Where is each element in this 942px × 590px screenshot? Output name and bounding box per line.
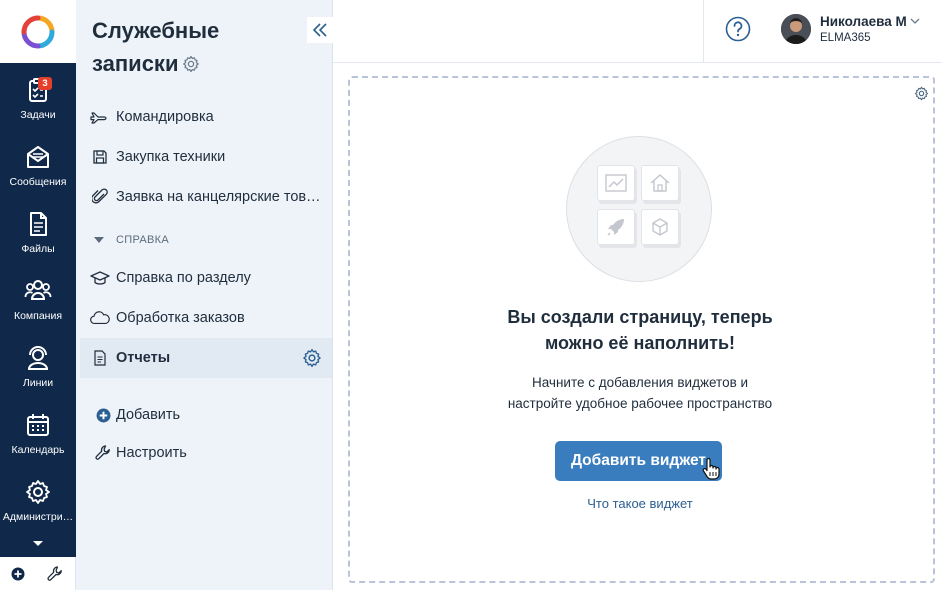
plus-circle-icon <box>94 406 112 424</box>
empty-desc-line1: Начните с добавления виджетов и <box>531 375 749 390</box>
top-header: Николаева М ELMA365 <box>333 0 942 63</box>
add-widget-button[interactable]: Добавить виджет <box>555 441 722 481</box>
main-content: Вы создали страницу, теперь можно её нап… <box>333 63 942 590</box>
rail-item-label: Сообщения <box>9 176 67 188</box>
sidebar-configure-button[interactable]: Настроить <box>94 441 187 465</box>
section-settings-icon[interactable] <box>182 49 200 82</box>
hand-cursor-icon <box>702 457 720 485</box>
airplane-icon <box>90 107 110 127</box>
empty-page-illustration <box>566 136 712 282</box>
user-organization: ELMA365 <box>820 32 871 44</box>
rail-item-files[interactable]: Файлы <box>0 202 76 266</box>
sidebar-item-label: Командировка <box>116 109 214 125</box>
empty-title-line1: Вы создали страницу, теперь <box>507 307 773 327</box>
wrench-icon[interactable] <box>46 565 64 583</box>
sidebar-section-label: СПРАВКА <box>116 234 169 246</box>
avatar <box>781 14 811 44</box>
sidebar-item-label: Заявка на канцелярские това… <box>116 189 321 205</box>
paperclip-icon <box>90 187 110 207</box>
rail-item-calendar[interactable]: Календарь <box>0 403 76 467</box>
rail-item-label: Администри… <box>2 511 74 523</box>
caret-down-icon <box>94 237 104 243</box>
sidebar-item-label: Справка по разделу <box>116 270 251 286</box>
home-tile <box>641 165 679 201</box>
line-chart-icon <box>605 174 627 192</box>
cube-icon <box>652 218 668 236</box>
sidebar-add-label: Добавить <box>116 407 181 423</box>
chevron-down-icon <box>33 541 43 546</box>
page-widget-area[interactable]: Вы создали страницу, теперь можно её нап… <box>348 76 935 583</box>
graduation-cap-icon <box>90 268 110 288</box>
question-circle-icon <box>725 16 751 42</box>
user-name-text: Николаева М <box>820 14 907 29</box>
header-divider <box>703 0 704 63</box>
user-menu[interactable]: Николаева М ELMA365 <box>781 12 920 46</box>
elma-logo[interactable] <box>0 0 76 63</box>
file-icon <box>30 212 47 236</box>
rail-item-tasks[interactable]: 3 Задачи <box>0 68 76 132</box>
sidebar-item-reports[interactable]: Отчеты <box>80 338 332 378</box>
rail-item-label: Файлы <box>21 243 55 255</box>
collapse-sidebar-button[interactable] <box>307 17 333 43</box>
section-title: Служебные записки <box>92 14 292 82</box>
rocket-tile <box>597 209 635 245</box>
chart-tile <box>597 165 635 201</box>
left-rail: 3 Задачи Сообщения Файлы Компания Линии … <box>0 0 76 590</box>
sidebar-item-label: Закупка техники <box>116 149 226 165</box>
people-icon <box>24 280 52 300</box>
sidebar-item-label: Отчеты <box>116 350 171 366</box>
rail-item-label: Линии <box>22 377 54 389</box>
rail-item-admin[interactable]: Администри… <box>0 470 76 534</box>
user-info: Николаева М ELMA365 <box>820 14 920 44</box>
double-chevron-left-icon <box>312 23 327 37</box>
tasks-badge: 3 <box>38 77 52 90</box>
headset-icon <box>27 346 49 370</box>
plus-circle-icon[interactable] <box>11 567 25 581</box>
section-sidebar: Служебные записки Командировка Закупка т… <box>76 0 333 590</box>
floppy-icon <box>90 147 110 167</box>
empty-state-title: Вы создали страницу, теперь можно её нап… <box>430 304 850 356</box>
page-settings-icon[interactable] <box>914 86 929 106</box>
sidebar-configure-label: Настроить <box>116 445 187 461</box>
home-icon <box>650 174 670 192</box>
wrench-icon <box>94 444 112 462</box>
user-name: Николаева М <box>820 14 920 29</box>
sidebar-section-header[interactable]: СПРАВКА <box>94 234 169 246</box>
logo-icon <box>21 15 55 48</box>
empty-desc-line2: настройте удобное рабочее пространство <box>507 396 773 411</box>
rail-item-messages[interactable]: Сообщения <box>0 135 76 199</box>
sidebar-item-label: Обработка заказов <box>116 310 245 326</box>
gear-icon <box>26 480 50 504</box>
cloud-icon <box>90 308 110 328</box>
rail-bottom-bar <box>0 557 76 590</box>
sidebar-item-business-trip[interactable]: Командировка <box>80 97 332 137</box>
chevron-down-icon <box>910 18 920 24</box>
rail-more-button[interactable] <box>0 532 76 556</box>
reports-settings-icon[interactable] <box>302 348 322 372</box>
rail-item-label: Компания <box>13 310 63 322</box>
empty-title-line2: можно её наполнить! <box>544 333 736 353</box>
sidebar-add-button[interactable]: Добавить <box>94 403 180 427</box>
sidebar-item-equipment-purchase[interactable]: Закупка техники <box>80 137 332 177</box>
rail-item-company[interactable]: Компания <box>0 269 76 333</box>
rail-item-lines[interactable]: Линии <box>0 336 76 400</box>
envelope-icon <box>27 146 49 168</box>
sidebar-item-section-help[interactable]: Справка по разделу <box>80 258 332 298</box>
cube-tile <box>641 209 679 245</box>
help-button[interactable] <box>725 16 751 42</box>
sidebar-item-stationery-request[interactable]: Заявка на канцелярские това… <box>80 177 332 217</box>
sidebar-item-order-processing[interactable]: Обработка заказов <box>80 298 332 338</box>
what-is-widget-link[interactable]: Что такое виджет <box>430 496 850 511</box>
empty-state-description: Начните с добавления виджетов и настройт… <box>430 372 850 414</box>
rail-item-label: Календарь <box>11 444 65 456</box>
rail-item-label: Задачи <box>20 109 56 121</box>
document-icon <box>90 348 110 368</box>
rocket-icon <box>607 219 624 236</box>
calendar-icon <box>27 414 49 436</box>
